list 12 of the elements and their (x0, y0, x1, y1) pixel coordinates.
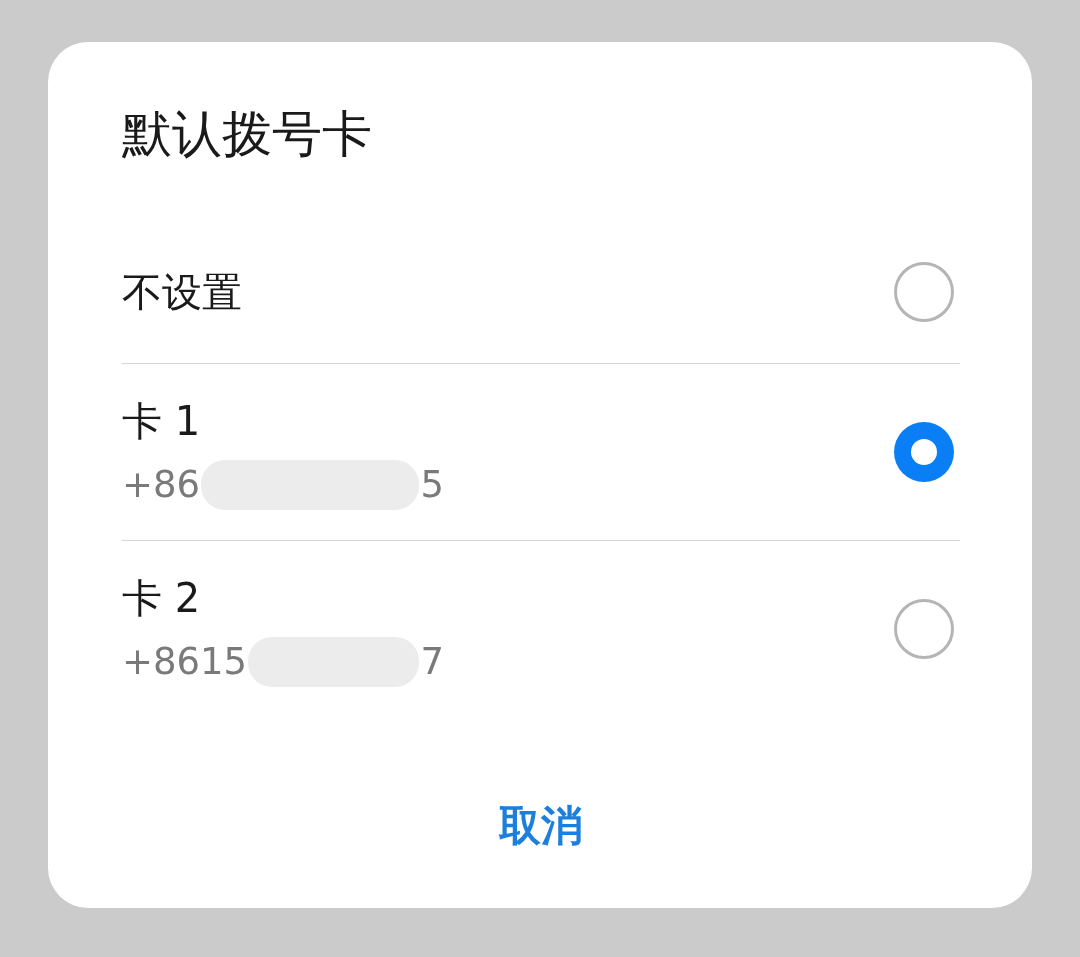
cancel-button[interactable]: 取消 (475, 795, 607, 857)
option-label: 卡 2 (122, 574, 202, 623)
radio-button[interactable] (894, 599, 954, 659)
radio-button[interactable] (894, 422, 954, 482)
option-label: 不设置 (122, 267, 242, 317)
phone-number-end: 7 (420, 639, 444, 685)
phone-number-end: 5 (420, 462, 444, 508)
phone-number-start: +8615 (122, 639, 248, 685)
radio-button[interactable] (894, 261, 954, 322)
option-label: 卡 1 (122, 397, 202, 446)
dialog-title: 默认拨号卡 (122, 104, 373, 164)
phone-number-start: +86 (122, 462, 201, 508)
